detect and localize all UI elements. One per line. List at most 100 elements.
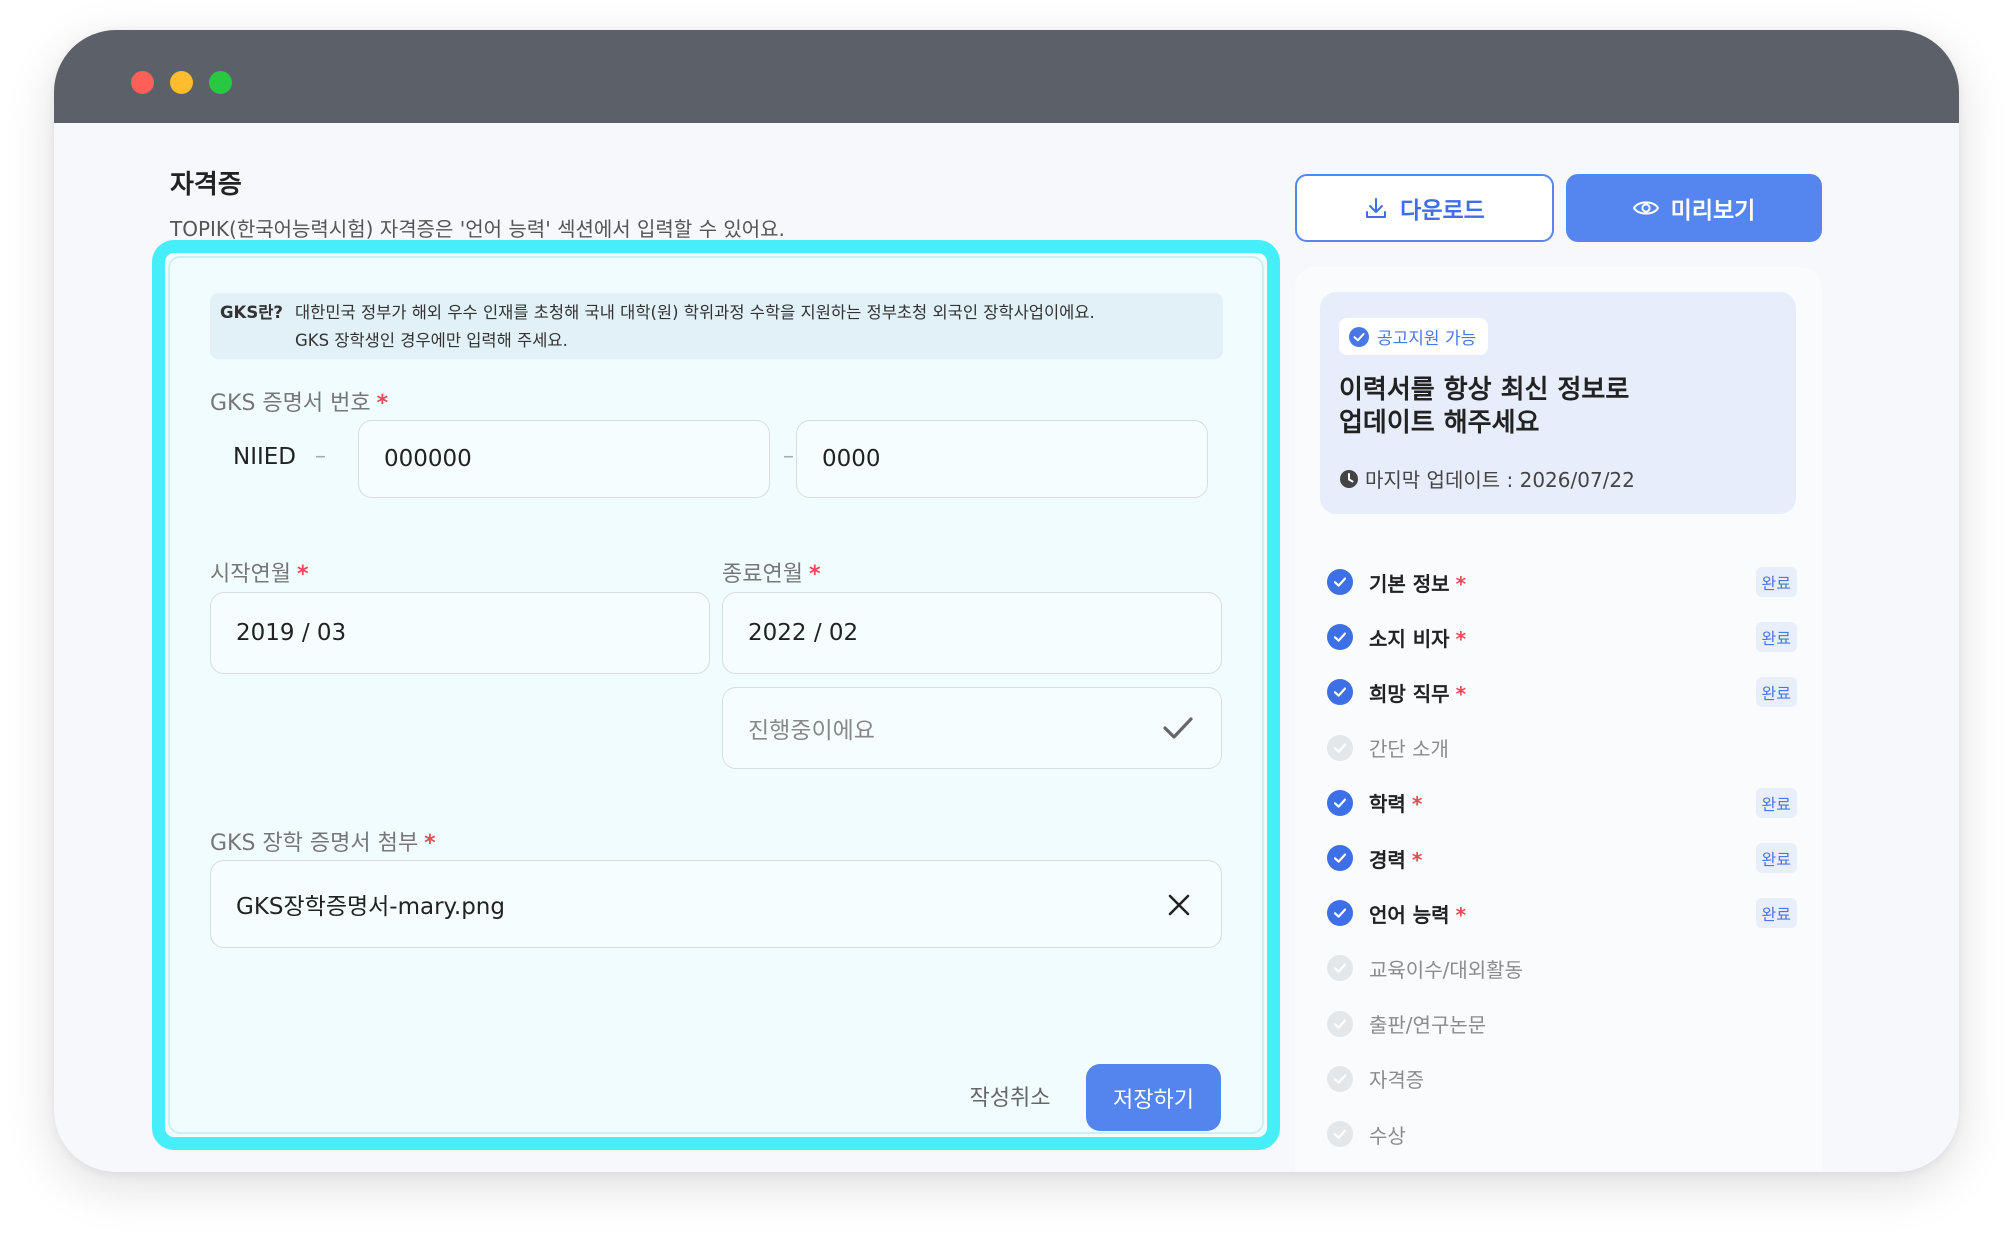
title-bar bbox=[54, 30, 1959, 123]
required-mark: * bbox=[296, 562, 309, 587]
progress-panel: 공고지원 가능 이력서를 항상 최신 정보로 업데이트 해주세요 마지막 업데이… bbox=[1295, 267, 1822, 1172]
save-button[interactable]: 저장하기 bbox=[1086, 1064, 1221, 1131]
info-line-2: GKS 장학생인 경우에만 입력해 주세요. bbox=[295, 331, 568, 350]
info-key: GKS란? bbox=[220, 303, 283, 322]
check-circle-icon bbox=[1349, 326, 1369, 347]
checklist-item-label: 출판/연구논문 bbox=[1369, 1009, 1797, 1038]
checklist-item[interactable]: 희망 직무 * 완료 bbox=[1327, 674, 1797, 710]
checkmark-icon bbox=[1163, 717, 1193, 739]
checklist-item-label: 희망 직무 * bbox=[1369, 678, 1756, 707]
certificate-prefix: NIIED bbox=[233, 444, 297, 470]
certificate-part2-input[interactable]: 0000 bbox=[796, 420, 1208, 498]
check-pending-icon bbox=[1327, 1010, 1353, 1037]
end-date-label-text: 종료연월 bbox=[722, 562, 803, 587]
checklist-item-text: 간단 소개 bbox=[1369, 737, 1449, 762]
maximize-window-button[interactable] bbox=[209, 71, 232, 94]
checklist-item[interactable]: 기본 정보 * 완료 bbox=[1327, 564, 1797, 600]
download-button[interactable]: 다운로드 bbox=[1295, 174, 1554, 242]
preview-button[interactable]: 미리보기 bbox=[1566, 174, 1822, 242]
required-mark: * bbox=[1411, 792, 1423, 817]
check-pending-icon bbox=[1327, 1121, 1353, 1147]
dash-separator: – bbox=[315, 444, 326, 469]
checklist-item[interactable]: 학력 * 완료 bbox=[1327, 785, 1797, 821]
end-date-label: 종료연월 * bbox=[722, 556, 820, 588]
start-date-input[interactable]: 2019 / 03 bbox=[210, 592, 710, 674]
required-mark: * bbox=[1455, 681, 1467, 706]
checklist-item[interactable]: 스킬 bbox=[1327, 1171, 1797, 1172]
checklist-item-label: 언어 능력 * bbox=[1369, 899, 1756, 928]
completed-tag: 완료 bbox=[1755, 677, 1797, 708]
check-done-icon bbox=[1327, 624, 1353, 651]
section-title: 자격증 bbox=[170, 170, 242, 200]
completed-tag: 완료 bbox=[1755, 898, 1797, 929]
checklist-item-label: 간단 소개 bbox=[1369, 733, 1797, 762]
status-badge: 공고지원 가능 bbox=[1339, 318, 1489, 355]
check-pending-icon bbox=[1327, 1065, 1353, 1092]
checklist-item-text: 경력 bbox=[1369, 847, 1406, 872]
checklist-item-label: 자격증 bbox=[1369, 1064, 1797, 1093]
checklist-item-text: 언어 능력 bbox=[1369, 902, 1450, 927]
checklist-item-text: 수상 bbox=[1369, 1123, 1406, 1148]
checklist-item-label: 학력 * bbox=[1369, 788, 1756, 817]
completed-tag: 완료 bbox=[1755, 567, 1797, 597]
certificate-form-highlight: GKS란? 대한민국 정부가 해외 우수 인재를 초청해 국내 대학(원) 학위… bbox=[152, 240, 1280, 1150]
last-updated: 마지막 업데이트 : 2026/07/22 bbox=[1339, 464, 1635, 493]
checklist-item-text: 희망 직무 bbox=[1369, 681, 1450, 706]
download-icon bbox=[1366, 198, 1387, 218]
attachment-filename: GKS장학증명서-mary.png bbox=[236, 894, 505, 920]
checklist-item-text: 교육이수/대외활동 bbox=[1369, 957, 1523, 982]
required-mark: * bbox=[424, 831, 436, 856]
checklist-item[interactable]: 간단 소개 bbox=[1327, 730, 1797, 766]
checklist-item-label: 소지 비자 * bbox=[1369, 623, 1756, 652]
certificate-number-label-text: GKS 증명서 번호 bbox=[210, 391, 371, 416]
required-mark: * bbox=[1411, 847, 1423, 872]
dash-separator: – bbox=[783, 444, 794, 469]
section-description: TOPIK(한국어능력시험) 자격증은 '언어 능력' 섹션에서 입력할 수 있… bbox=[170, 217, 785, 241]
gks-info-box: GKS란? 대한민국 정부가 해외 우수 인재를 초청해 국내 대학(원) 학위… bbox=[210, 293, 1223, 359]
checklist-item-text: 자격증 bbox=[1369, 1068, 1425, 1093]
checklist-item-text: 학력 bbox=[1369, 792, 1406, 817]
checklist-item[interactable]: 자격증 bbox=[1327, 1061, 1797, 1097]
check-pending-icon bbox=[1327, 955, 1353, 982]
checklist-item-label: 수상 bbox=[1369, 1120, 1797, 1149]
check-done-icon bbox=[1327, 569, 1353, 595]
minimize-window-button[interactable] bbox=[170, 71, 193, 94]
app-window: 자격증 TOPIK(한국어능력시험) 자격증은 '언어 능력' 섹션에서 입력할… bbox=[54, 30, 1959, 1172]
close-window-button[interactable] bbox=[131, 71, 154, 94]
completed-tag: 완료 bbox=[1755, 622, 1797, 653]
clock-icon bbox=[1340, 469, 1358, 488]
required-mark: * bbox=[808, 562, 821, 587]
certificate-part1-input[interactable]: 000000 bbox=[358, 420, 770, 498]
end-date-input[interactable]: 2022 / 02 bbox=[722, 592, 1222, 674]
required-mark: * bbox=[1455, 571, 1467, 596]
checklist-item-label: 교육이수/대외활동 bbox=[1369, 954, 1797, 983]
required-mark: * bbox=[1455, 902, 1467, 927]
checklist-item[interactable]: 언어 능력 * 완료 bbox=[1327, 895, 1797, 931]
status-title-line-2: 업데이트 해주세요 bbox=[1339, 408, 1540, 438]
ongoing-label: 진행중이에요 bbox=[748, 718, 875, 744]
remove-file-icon[interactable] bbox=[1168, 894, 1190, 916]
status-title: 이력서를 항상 최신 정보로 업데이트 해주세요 bbox=[1339, 374, 1779, 440]
start-date-label-text: 시작연월 bbox=[210, 562, 291, 587]
attachment-label-text: GKS 장학 증명서 첨부 bbox=[210, 831, 419, 856]
checklist-item-label: 경력 * bbox=[1369, 844, 1756, 873]
required-mark: * bbox=[1455, 626, 1467, 651]
check-pending-icon bbox=[1327, 734, 1353, 761]
checklist-item[interactable]: 소지 비자 * 완료 bbox=[1327, 619, 1797, 655]
checklist-item[interactable]: 수상 bbox=[1327, 1116, 1797, 1152]
start-date-label: 시작연월 * bbox=[210, 556, 308, 588]
status-badge-text: 공고지원 가능 bbox=[1377, 329, 1477, 349]
certificate-form: GKS란? 대한민국 정부가 해외 우수 인재를 초청해 국내 대학(원) 학위… bbox=[168, 256, 1264, 1134]
checklist-item[interactable]: 경력 * 완료 bbox=[1327, 840, 1797, 876]
certificate-number-label: GKS 증명서 번호 * bbox=[210, 385, 388, 417]
completed-tag: 완료 bbox=[1755, 843, 1797, 873]
checklist-item[interactable]: 출판/연구논문 bbox=[1327, 1006, 1797, 1042]
checklist-item[interactable]: 교육이수/대외활동 bbox=[1327, 950, 1797, 986]
check-done-icon bbox=[1327, 900, 1353, 927]
cancel-button[interactable]: 작성취소 bbox=[955, 1071, 1065, 1121]
checklist-item-text: 소지 비자 bbox=[1369, 626, 1450, 651]
checklist-item-text: 출판/연구논문 bbox=[1369, 1013, 1487, 1038]
ongoing-toggle[interactable]: 진행중이에요 bbox=[722, 687, 1222, 769]
completed-tag: 완료 bbox=[1755, 787, 1797, 818]
check-done-icon bbox=[1327, 845, 1353, 871]
